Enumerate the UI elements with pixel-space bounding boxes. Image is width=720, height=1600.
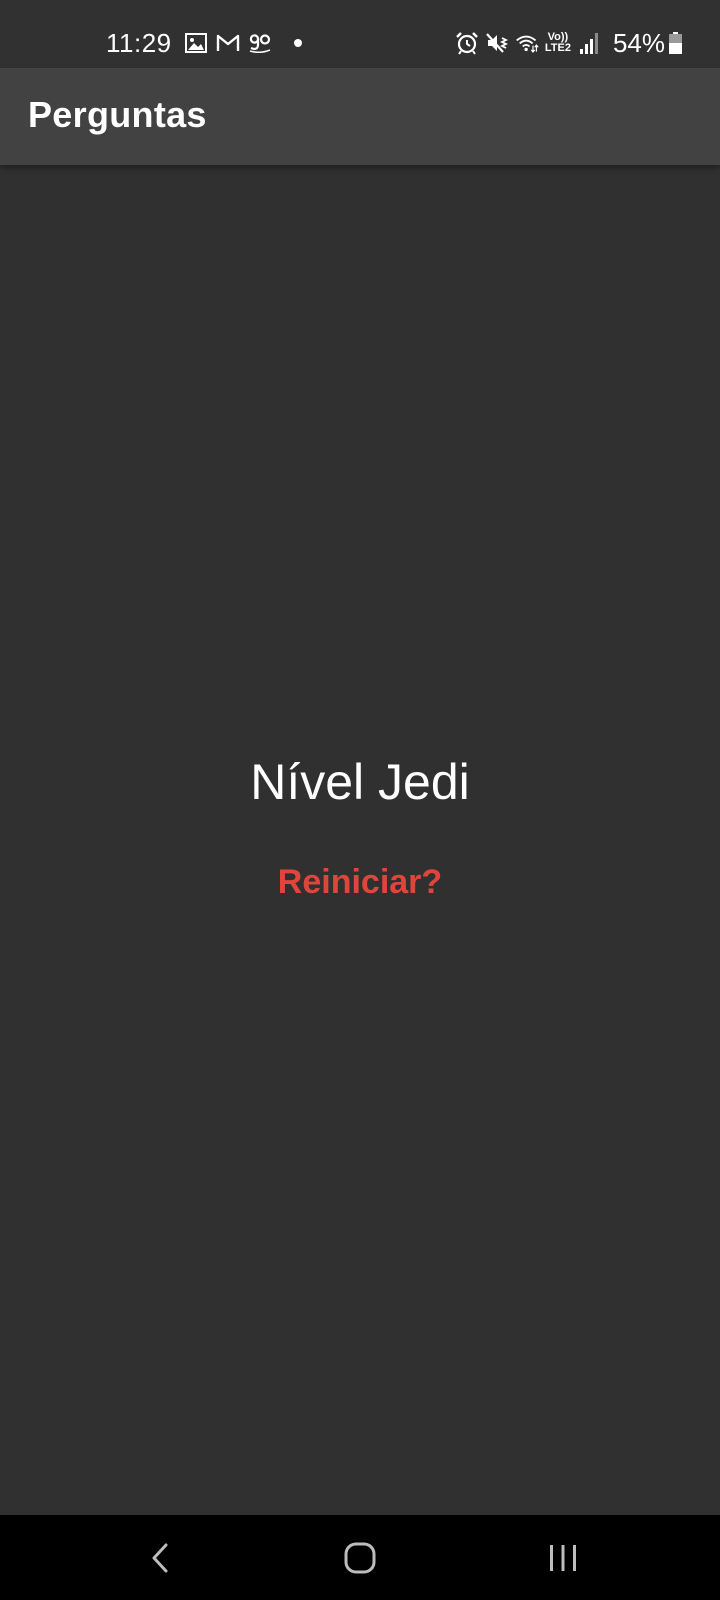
back-icon[interactable] bbox=[135, 1533, 185, 1583]
notification-dot bbox=[293, 39, 302, 47]
app-bar: Perguntas bbox=[0, 68, 720, 165]
status-time: 11:29 bbox=[106, 27, 172, 58]
signal-icon bbox=[577, 31, 601, 55]
result-text: Nível Jedi bbox=[250, 754, 470, 810]
status-left: 11:29 bbox=[106, 26, 302, 60]
gmail-icon bbox=[216, 31, 240, 55]
status-right: Vo)) LTE2 54% bbox=[455, 26, 682, 60]
app-title: Perguntas bbox=[28, 94, 207, 135]
screen: 11:29 Vo)) LTE2 54% Perguntas Nível Jedi… bbox=[0, 0, 720, 1600]
lte-bottom-label: LTE2 bbox=[544, 42, 571, 54]
navigation-bar bbox=[0, 1515, 720, 1600]
restart-button[interactable]: Reiniciar? bbox=[260, 863, 460, 902]
battery-icon bbox=[669, 32, 682, 54]
mute-vibrate-icon bbox=[485, 31, 509, 55]
alarm-icon bbox=[455, 31, 479, 55]
home-icon[interactable] bbox=[335, 1533, 385, 1583]
result-screen: Nível Jedi Reiniciar? bbox=[0, 165, 720, 1515]
volte-lte-icon: Vo)) LTE2 bbox=[545, 32, 571, 54]
recents-icon[interactable] bbox=[538, 1533, 588, 1583]
go-icon bbox=[248, 31, 272, 55]
battery-percent: 54% bbox=[612, 27, 665, 58]
wifi-icon bbox=[515, 31, 539, 55]
battery-level-fill bbox=[669, 43, 682, 54]
image-icon bbox=[184, 31, 208, 55]
status-bar: 11:29 Vo)) LTE2 54% bbox=[0, 0, 720, 68]
